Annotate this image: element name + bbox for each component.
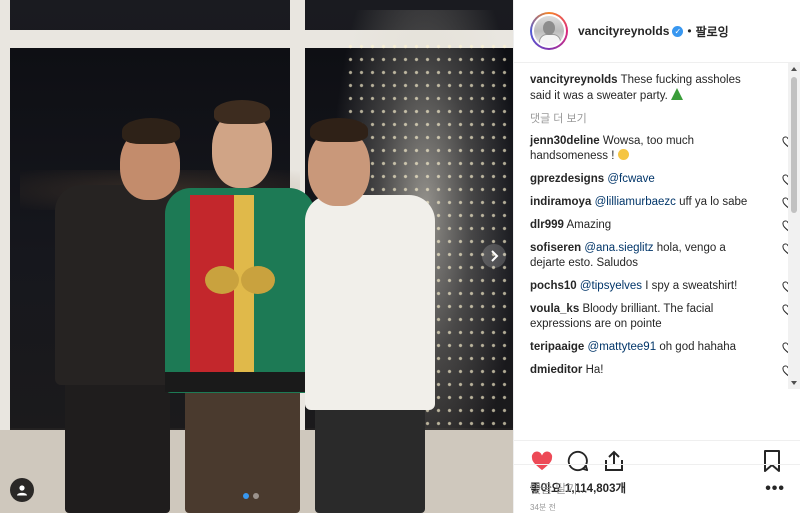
chevron-right-icon xyxy=(491,250,499,262)
username-link[interactable]: vancityreynolds xyxy=(578,24,669,38)
next-photo-button[interactable] xyxy=(482,244,506,268)
user-tags-button[interactable] xyxy=(10,478,34,502)
caption-username[interactable]: vancityreynolds xyxy=(530,74,618,86)
christmas-tree-emoji-icon xyxy=(671,88,684,100)
comments-scrollbar[interactable] xyxy=(788,63,800,389)
comment-mention[interactable]: @mattytee91 xyxy=(588,341,657,353)
comment-mention[interactable]: @lilliamurbaezc xyxy=(595,196,676,208)
comment-text: oh god hahaha xyxy=(659,341,737,353)
comments-list: vancityreynolds These fucking assholes s… xyxy=(514,63,800,440)
post-header: vancityreynolds ✓ • 팔로잉 xyxy=(514,0,800,63)
comment-username[interactable]: pochs10 xyxy=(530,280,577,292)
comment-text: I spy a sweatshirt! xyxy=(645,280,738,292)
comment-mention[interactable]: @ana.sieglitz xyxy=(584,242,653,254)
comment-item: voula_ks Bloody brilliant. The facial ex… xyxy=(530,302,794,332)
post-photo[interactable] xyxy=(0,0,513,513)
more-options-icon[interactable]: ••• xyxy=(765,480,785,498)
comment-item: indiramoya @lilliamurbaezc uff ya lo sab… xyxy=(530,195,794,210)
comment-text: uff ya lo sabe xyxy=(679,196,748,208)
comment-item: pochs10 @tipsyelves I spy a sweatshirt! xyxy=(530,279,794,294)
post-sidebar: vancityreynolds ✓ • 팔로잉 vancityreynolds … xyxy=(513,0,800,513)
comment-username[interactable]: indiramoya xyxy=(530,196,591,208)
comment-username[interactable]: dmieditor xyxy=(530,364,582,376)
window-frame-left xyxy=(0,0,10,430)
grin-emoji-icon xyxy=(617,149,629,160)
comment-username[interactable]: voula_ks xyxy=(530,303,579,315)
avatar[interactable] xyxy=(532,14,566,48)
scroll-up-arrow-icon[interactable] xyxy=(791,67,797,71)
comment-username[interactable]: gprezdesigns xyxy=(530,173,604,185)
scroll-down-arrow-icon[interactable] xyxy=(791,381,797,385)
add-comment-bar: ••• xyxy=(514,464,800,513)
carousel-indicator xyxy=(243,493,259,499)
comment-mention[interactable]: @fcwave xyxy=(607,173,654,185)
comment-item: sofiseren @ana.sieglitz hola, vengo a de… xyxy=(530,241,794,271)
comment-username[interactable]: jenn30deline xyxy=(530,135,600,147)
comment-username[interactable]: sofiseren xyxy=(530,242,581,254)
comment-item: jenn30deline Wowsa, too much handsomenes… xyxy=(530,134,794,164)
add-comment-input[interactable] xyxy=(530,482,766,496)
user-silhouette-icon xyxy=(17,485,27,496)
comment-username[interactable]: teripaaige xyxy=(530,341,584,353)
comment-item: dmieditor Ha! xyxy=(530,363,794,378)
carousel-dot-active xyxy=(243,493,249,499)
comment-item: teripaaige @mattytee91 oh god hahaha xyxy=(530,340,794,355)
comment-username[interactable]: dlr999 xyxy=(530,219,564,231)
comment-item: dlr999 Amazing xyxy=(530,218,794,233)
comment-item: gprezdesigns @fcwave xyxy=(530,172,794,187)
comment-text: Ha! xyxy=(585,364,604,376)
carousel-dot xyxy=(253,493,259,499)
avatar-story-ring[interactable] xyxy=(530,12,568,50)
verified-badge-icon: ✓ xyxy=(672,25,684,37)
separator-dot: • xyxy=(687,24,692,38)
comment-mention[interactable]: @tipsyelves xyxy=(580,280,642,292)
following-button[interactable]: 팔로잉 xyxy=(696,23,729,40)
comment-text: Amazing xyxy=(566,219,612,231)
scrollbar-thumb[interactable] xyxy=(791,77,797,213)
caption: vancityreynolds These fucking assholes s… xyxy=(530,73,764,104)
view-more-comments-link[interactable]: 댓글 더 보기 xyxy=(530,110,764,126)
instagram-post-modal: vancityreynolds ✓ • 팔로잉 vancityreynolds … xyxy=(0,0,800,513)
